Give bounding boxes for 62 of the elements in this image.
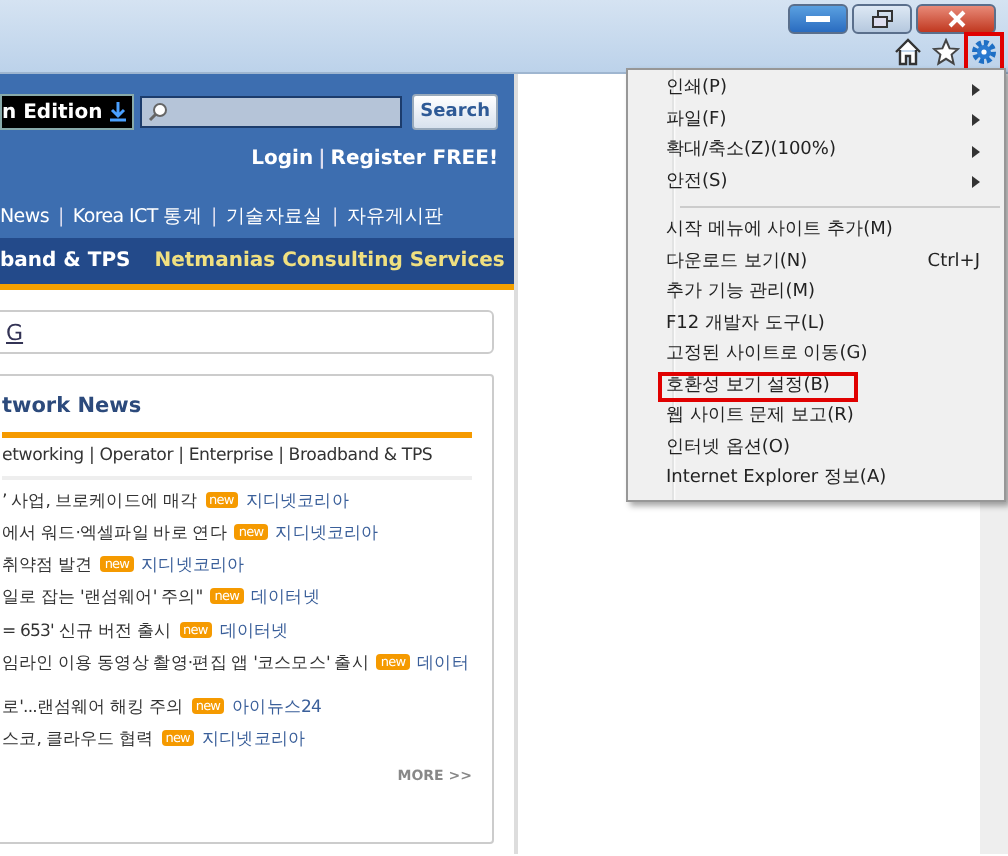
menu-item[interactable]: 고정된 사이트로 이동(G) <box>632 340 1000 371</box>
toolbar-button[interactable] <box>892 36 924 68</box>
nav-link[interactable]: 기술자료실 <box>225 204 323 233</box>
account-link[interactable]: Register FREE! <box>330 148 498 170</box>
headline-link[interactable]: 로'...랜섬웨어 해킹 주의 <box>2 698 184 719</box>
search-icon <box>147 102 168 122</box>
download-icon <box>110 102 127 122</box>
home-icon <box>894 38 922 66</box>
separator-text: | <box>331 204 338 232</box>
search-field[interactable] <box>139 96 403 128</box>
minimize-icon <box>806 15 830 23</box>
section-link[interactable]: Netmanias Consulting Services <box>154 246 505 277</box>
headline-link[interactable]: 일로 잡는 '랜섬웨어' 주의" <box>2 588 203 609</box>
nav-link[interactable]: News <box>0 204 49 233</box>
restore-button[interactable] <box>852 4 912 34</box>
menu-item[interactable]: 호환성 보기 설정(B) <box>658 371 858 402</box>
nav-link[interactable]: Korea ICT 통계 <box>72 204 203 233</box>
news-source: 아이뉴스24 <box>232 698 322 719</box>
account-link[interactable]: Login <box>251 148 314 170</box>
menu-item[interactable]: 인터넷 옵션(O) <box>632 433 1000 464</box>
edition-selector[interactable]: n Edition <box>0 94 135 130</box>
shortcut-label: Ctrl+J <box>927 249 980 275</box>
menu-item[interactable]: F12 개발자 도구(L) <box>632 309 1000 340</box>
news-source: 지디넷코리아 <box>245 491 349 512</box>
minimize-button[interactable] <box>788 4 848 34</box>
menu-item[interactable]: 추가 기능 관리(M) <box>632 278 1000 309</box>
nav-link[interactable]: 자유게시판 <box>346 204 444 233</box>
search-field[interactable]: G <box>0 310 494 355</box>
menu-item[interactable]: 파일(F) <box>632 105 1000 136</box>
menu-item[interactable]: 웹 사이트 문제 보고(R) <box>632 402 1000 433</box>
headline-link[interactable]: 임라인 이용 동영상 촬영·편집 앱 '코스모스' 출시 <box>2 653 369 674</box>
headline-link[interactable]: 취약점 발견 <box>2 556 93 577</box>
close-icon <box>947 10 965 28</box>
menu-item[interactable]: 시작 메뉴에 사이트 추가(M) <box>632 216 1000 247</box>
separator-text: | <box>57 204 64 232</box>
restore-icon <box>871 10 893 28</box>
star-icon <box>932 38 960 66</box>
settings-icon <box>970 38 998 66</box>
menu-item[interactable]: 다운로드 보기(N) Ctrl+J <box>632 247 1000 278</box>
headline-link[interactable]: 에서 워드·엑셀파일 바로 연다 <box>2 524 227 545</box>
separator-text: | <box>318 148 326 170</box>
separator-text: | <box>211 204 217 232</box>
menu-item[interactable]: 인쇄(P) <box>632 74 1000 105</box>
headline-link[interactable]: ’ 사업, 브로케이드에 매각 <box>2 491 198 512</box>
search-button[interactable]: Search <box>412 94 498 130</box>
toolbar-button[interactable] <box>930 36 962 68</box>
news-source: 데이터 <box>417 653 469 674</box>
edition-label: n Edition <box>2 99 103 127</box>
news-categories: etworking | Operator | Enterprise | Broadband & TPS <box>2 438 472 480</box>
menu-item[interactable]: Internet Explorer 정보(A) <box>632 464 1000 495</box>
news-title: twork News <box>2 392 472 438</box>
headline-link[interactable]: 스코, 클라우드 협력 <box>2 730 154 751</box>
close-button[interactable] <box>916 4 996 34</box>
section-link[interactable]: band & TPS <box>0 246 131 277</box>
headline-link[interactable]: = 653' 신규 버전 출시 <box>2 621 171 642</box>
news-source: 데이터넷 <box>219 621 289 642</box>
news-source: 데이터넷 <box>251 588 320 609</box>
news-source: 지디넷코리아 <box>275 524 379 545</box>
menu-item[interactable]: 안전(S) <box>632 167 1000 198</box>
news-source: 지디넷코리아 <box>201 730 306 751</box>
menu-item[interactable]: 확대/축소(Z)(100%) <box>632 136 1000 167</box>
news-source: 지디넷코리아 <box>141 556 245 577</box>
